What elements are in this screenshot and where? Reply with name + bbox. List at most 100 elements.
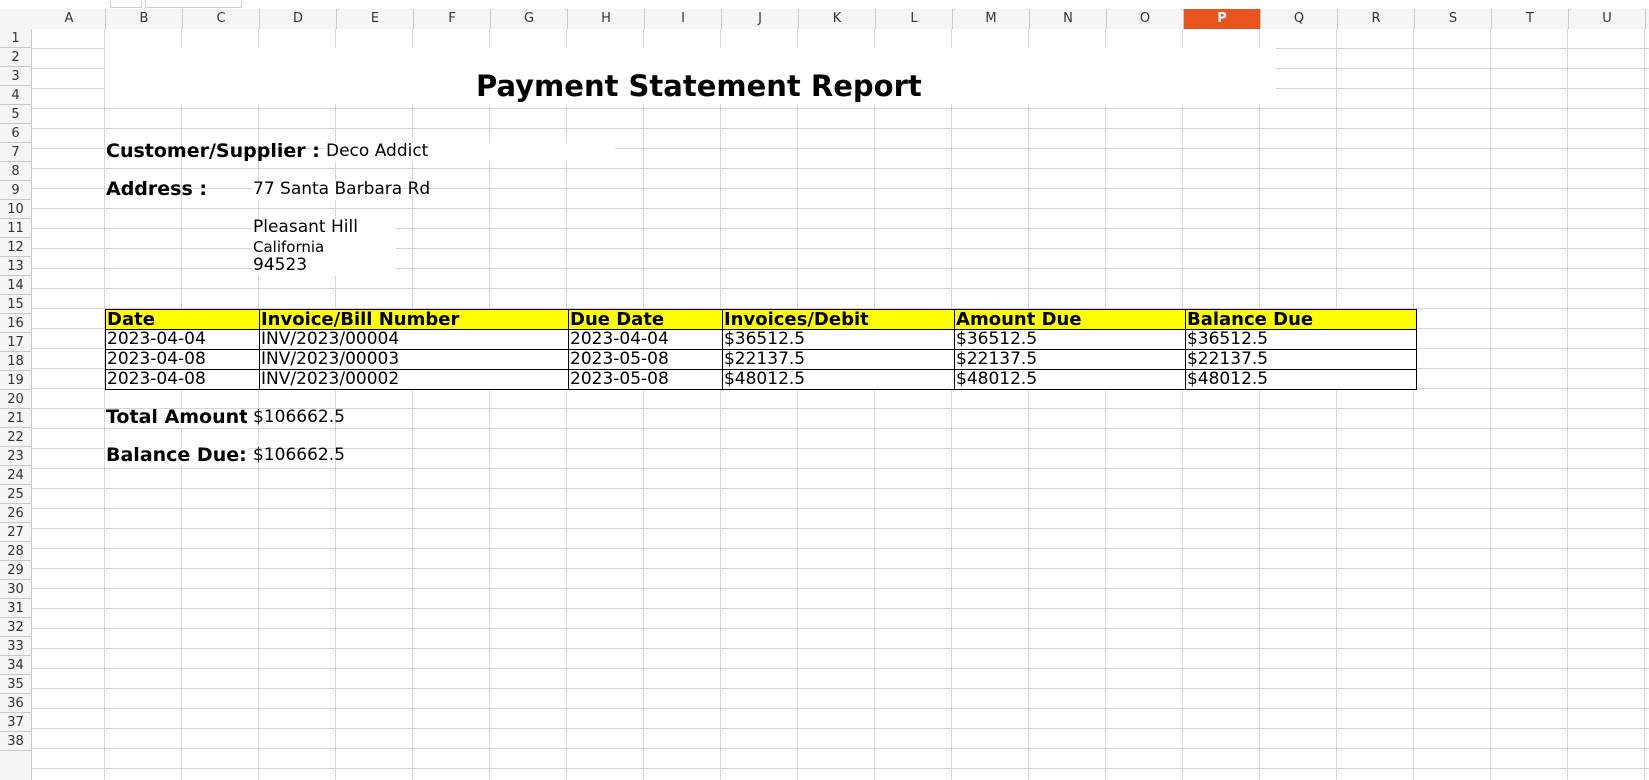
row-header-24[interactable]: 24: [0, 466, 31, 485]
row-header-11[interactable]: 11: [0, 219, 31, 238]
row-header-34[interactable]: 34: [0, 656, 31, 675]
row-header-14[interactable]: 14: [0, 276, 31, 295]
column-header-q[interactable]: Q: [1261, 9, 1338, 29]
cell-due-date[interactable]: 2023-05-08: [568, 369, 723, 390]
row-header-31[interactable]: 31: [0, 599, 31, 618]
column-header-t[interactable]: T: [1492, 9, 1569, 29]
row-header-8[interactable]: 8: [0, 162, 31, 181]
sheet-tab-strip: [0, 0, 1649, 9]
header-invoice-number: Invoice/Bill Number: [258, 309, 570, 330]
column-header-a[interactable]: A: [33, 9, 106, 29]
column-header-l[interactable]: L: [876, 9, 953, 29]
balance-due-label: Balance Due:: [106, 444, 247, 466]
column-header-r[interactable]: R: [1338, 9, 1415, 29]
row-header-2[interactable]: 2: [0, 48, 31, 67]
row-header-20[interactable]: 20: [0, 390, 31, 409]
row-header-35[interactable]: 35: [0, 675, 31, 694]
cell-invoices-debit[interactable]: $36512.5: [721, 329, 956, 350]
header-invoices-debit: Invoices/Debit: [721, 309, 956, 330]
column-header-u[interactable]: U: [1569, 9, 1646, 29]
row-header-4[interactable]: 4: [0, 86, 31, 105]
customer-value: Deco Addict: [326, 141, 429, 161]
column-header-d[interactable]: D: [260, 9, 337, 29]
column-header-g[interactable]: G: [491, 9, 568, 29]
column-header-i[interactable]: I: [645, 9, 722, 29]
row-header-9[interactable]: 9: [0, 181, 31, 200]
table-header-row: Date Invoice/Bill Number Due Date Invoic…: [105, 309, 1418, 330]
cell-date[interactable]: 2023-04-08: [105, 349, 260, 370]
row-header-21[interactable]: 21: [0, 409, 31, 428]
row-header-bar: 1 2 3 4 5 6 7 8 9 10 11 12 13 14 15 16 17 18 19 20 21 22 23 24 2…: [0, 29, 32, 780]
cell-due-date[interactable]: 2023-04-04: [568, 329, 723, 350]
cell-amount-due[interactable]: $36512.5: [954, 329, 1186, 350]
row-header-36[interactable]: 36: [0, 694, 31, 713]
row-header-29[interactable]: 29: [0, 561, 31, 580]
row-header-26[interactable]: 26: [0, 504, 31, 523]
spreadsheet-grid[interactable]: Payment Statement Report Customer/Suppli…: [32, 29, 1649, 780]
column-header-n[interactable]: N: [1030, 9, 1107, 29]
row-header-28[interactable]: 28: [0, 542, 31, 561]
row-header-17[interactable]: 17: [0, 333, 31, 352]
address-state: California: [253, 238, 325, 256]
column-header-s[interactable]: S: [1415, 9, 1492, 29]
toolbar-tab[interactable]: [110, 0, 142, 8]
cell-balance-due[interactable]: $22137.5: [1184, 349, 1418, 370]
row-header-7[interactable]: 7: [0, 143, 31, 162]
column-header-c[interactable]: C: [183, 9, 260, 29]
row-header-38[interactable]: 38: [0, 732, 31, 751]
row-header-30[interactable]: 30: [0, 580, 31, 599]
row-header-32[interactable]: 32: [0, 618, 31, 637]
row-header-33[interactable]: 33: [0, 637, 31, 656]
cell-invoices-debit[interactable]: $22137.5: [721, 349, 956, 370]
column-header-p[interactable]: P: [1184, 9, 1261, 29]
column-header-e[interactable]: E: [337, 9, 414, 29]
row-header-37[interactable]: 37: [0, 713, 31, 732]
cell-amount-due[interactable]: $48012.5: [954, 369, 1186, 390]
row-header-15[interactable]: 15: [0, 295, 31, 314]
table-row: 2023-04-08 INV/2023/00003 2023-05-08 $22…: [105, 349, 1418, 370]
cell-balance-due[interactable]: $36512.5: [1184, 329, 1418, 350]
column-header-j[interactable]: J: [722, 9, 799, 29]
row-header-3[interactable]: 3: [0, 67, 31, 86]
row-header-6[interactable]: 6: [0, 124, 31, 143]
row-header-10[interactable]: 10: [0, 200, 31, 219]
cell-amount-due[interactable]: $22137.5: [954, 349, 1186, 370]
address-city: Pleasant Hill: [253, 217, 358, 237]
cell-date[interactable]: 2023-04-04: [105, 329, 260, 350]
cell-invoice-number[interactable]: INV/2023/00004: [258, 329, 570, 350]
total-amount-label: Total Amount:: [106, 406, 247, 428]
total-amount-value: $106662.5: [253, 407, 345, 427]
column-header-m[interactable]: M: [953, 9, 1030, 29]
cell-date[interactable]: 2023-04-08: [105, 369, 260, 390]
row-header-1[interactable]: 1: [0, 29, 31, 48]
column-header-h[interactable]: H: [568, 9, 645, 29]
column-header-bar: ABCDEFGHIJKLMNOPQRSTU: [0, 9, 1649, 30]
row-header-22[interactable]: 22: [0, 428, 31, 447]
header-due-date: Due Date: [568, 309, 723, 330]
column-header-o[interactable]: O: [1107, 9, 1184, 29]
cell-invoice-number[interactable]: INV/2023/00003: [258, 349, 570, 370]
cell-invoices-debit[interactable]: $48012.5: [721, 369, 956, 390]
row-header-27[interactable]: 27: [0, 523, 31, 542]
table-row: 2023-04-04 INV/2023/00004 2023-04-04 $36…: [105, 329, 1418, 350]
address-zip: 94523: [253, 255, 308, 275]
row-header-19[interactable]: 19: [0, 371, 31, 390]
table-row: 2023-04-08 INV/2023/00002 2023-05-08 $48…: [105, 369, 1418, 390]
row-header-23[interactable]: 23: [0, 447, 31, 466]
row-header-12[interactable]: 12: [0, 238, 31, 257]
column-header-k[interactable]: K: [799, 9, 876, 29]
row-header-5[interactable]: 5: [0, 105, 31, 124]
report-title: Payment Statement Report: [476, 69, 922, 103]
row-header-18[interactable]: 18: [0, 352, 31, 371]
row-header-25[interactable]: 25: [0, 485, 31, 504]
cell-invoice-number[interactable]: INV/2023/00002: [258, 369, 570, 390]
column-header-b[interactable]: B: [106, 9, 183, 29]
toolbar-tab[interactable]: [145, 0, 242, 8]
cell-balance-due[interactable]: $48012.5: [1184, 369, 1418, 390]
row-header-16[interactable]: 16: [0, 314, 31, 333]
header-date: Date: [105, 309, 260, 330]
address-line1: 77 Santa Barbara Rd: [253, 179, 431, 199]
row-header-13[interactable]: 13: [0, 257, 31, 276]
cell-due-date[interactable]: 2023-05-08: [568, 349, 723, 370]
column-header-f[interactable]: F: [414, 9, 491, 29]
